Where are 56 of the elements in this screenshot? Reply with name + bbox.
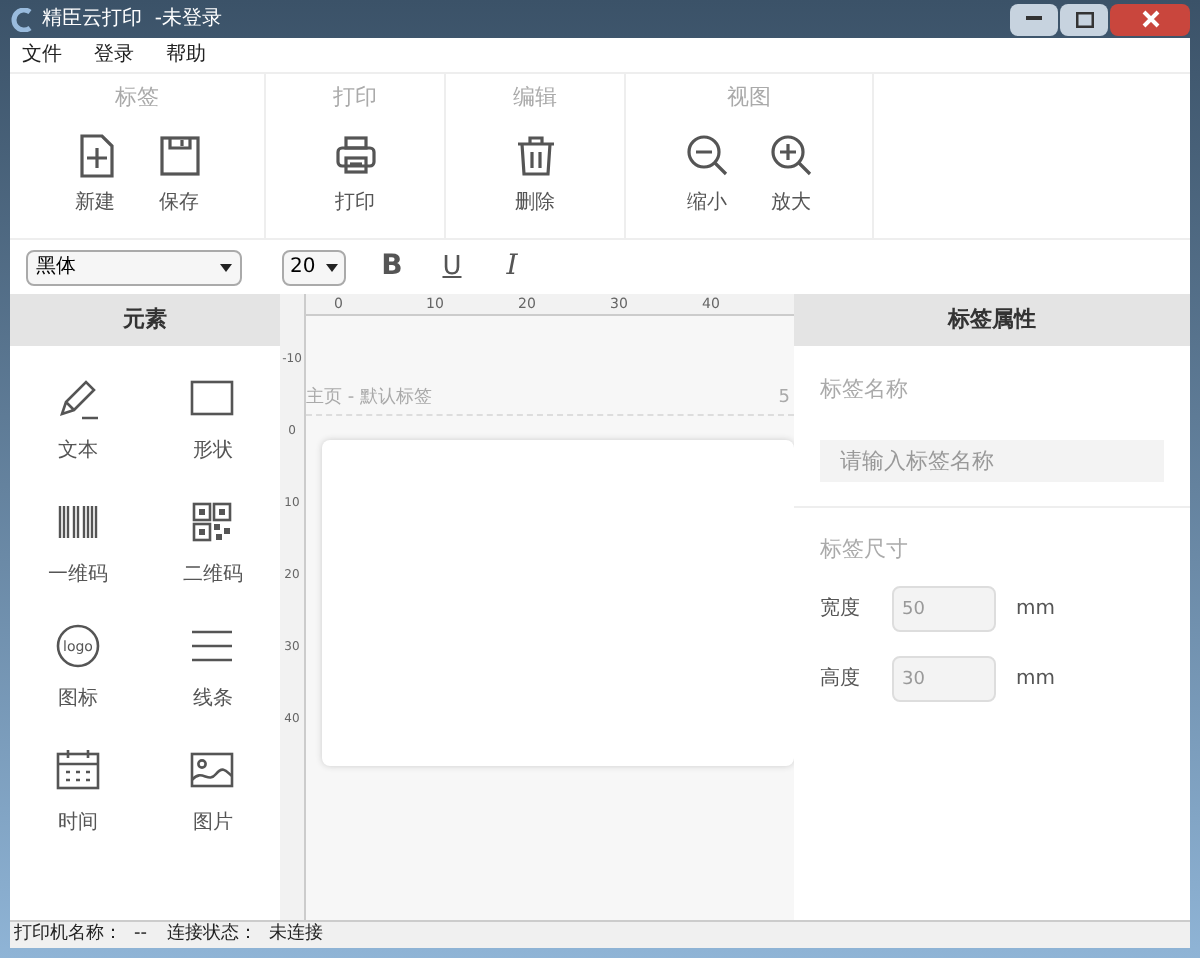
maximize-icon: [1075, 11, 1093, 27]
caret-icon: [220, 263, 232, 271]
element-tool[interactable]: 图片: [145, 746, 280, 838]
menu-item[interactable]: 登录: [94, 40, 134, 70]
toolbar-button[interactable]: 打印: [331, 131, 379, 217]
save-icon: [155, 131, 203, 179]
maximize-button[interactable]: [1060, 3, 1108, 35]
panel-header: 标签属性: [794, 294, 1190, 346]
close-icon: [1141, 10, 1159, 28]
app-logo-icon: [10, 7, 34, 31]
panel-header: 元素: [10, 294, 280, 346]
minimize-icon: [1026, 16, 1042, 22]
qr-code-icon: [188, 498, 237, 546]
group-title: 编辑: [513, 82, 557, 114]
italic-button[interactable]: I: [498, 246, 526, 288]
unit-label: mm: [1016, 666, 1055, 694]
underline-button[interactable]: U: [438, 247, 466, 287]
canvas-caption: 主页 - 默认标签: [306, 386, 432, 412]
menu-item[interactable]: 帮助: [166, 40, 206, 70]
width-label: 5: [778, 386, 790, 412]
close-button[interactable]: [1110, 3, 1190, 35]
element-tool[interactable]: 一维码: [10, 498, 145, 590]
unit-label: mm: [1016, 596, 1055, 624]
toolbar-button[interactable]: 新建: [71, 131, 119, 217]
minimize-button[interactable]: [1010, 3, 1058, 35]
field-label: 标签尺寸: [820, 533, 910, 565]
bold-button[interactable]: B: [378, 246, 406, 288]
element-tool[interactable]: 线条: [145, 622, 280, 714]
status-label: 连接状态：: [167, 921, 257, 948]
toolbar-button[interactable]: 缩小: [683, 131, 731, 217]
size-dropdown[interactable]: 20: [282, 249, 346, 285]
field-label: 宽度: [820, 595, 862, 624]
zoom-out-icon: [683, 131, 731, 179]
zoom-in-icon: [767, 131, 815, 179]
group-title: 打印: [333, 82, 377, 114]
group-title: 标签: [115, 82, 159, 114]
menu-item[interactable]: 文件: [22, 40, 62, 70]
status-value: --: [134, 921, 147, 948]
group-title: 视图: [727, 82, 771, 114]
status-value: 未连接: [269, 921, 323, 948]
toolbar-button[interactable]: 删除: [511, 131, 559, 217]
status-label: 打印机名称：: [14, 921, 122, 948]
window-title: 精臣云打印 -未登录: [42, 5, 222, 34]
field-label: 标签名称: [820, 374, 910, 406]
printer-icon: [331, 131, 379, 179]
font-dropdown[interactable]: 黑体: [26, 249, 242, 285]
element-tool[interactable]: 时间: [10, 746, 145, 838]
caret-icon: [326, 263, 338, 271]
label-name-field[interactable]: 请输入标签名称: [820, 439, 1164, 481]
toolbar-button[interactable]: 保存: [155, 131, 203, 217]
toolbar-button[interactable]: 放大: [767, 131, 815, 217]
element-tool[interactable]: 形状: [145, 374, 280, 466]
element-tool[interactable]: 文本: [10, 374, 145, 466]
element-tool[interactable]: 二维码: [145, 498, 280, 590]
field-label: 高度: [820, 665, 862, 694]
calendar-icon: [53, 746, 102, 794]
